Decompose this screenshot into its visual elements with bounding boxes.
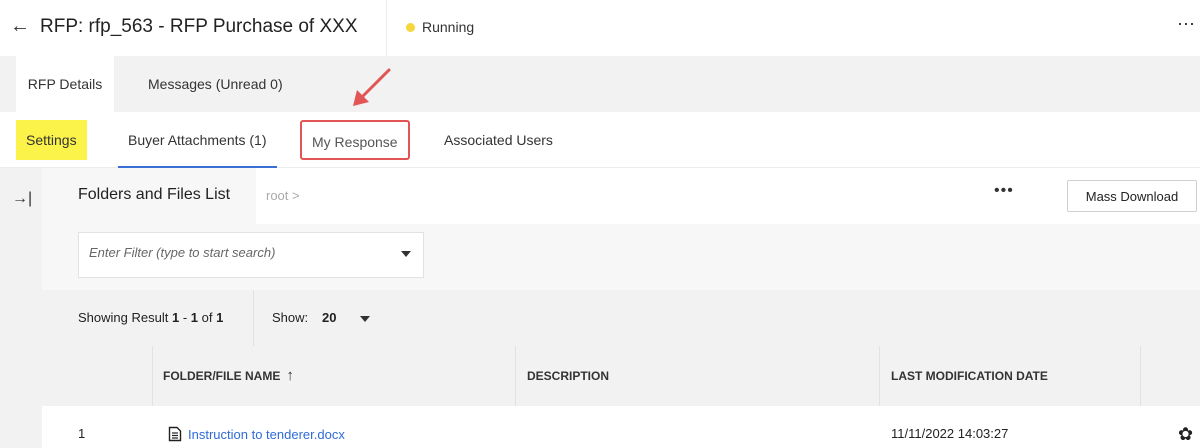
column-header-description[interactable]: DESCRIPTION [527, 346, 609, 406]
tab-messages[interactable]: Messages (Unread 0) [148, 56, 283, 112]
ellipsis-icon[interactable]: ••• [994, 182, 1014, 200]
file-cell: Instruction to tenderer.docx [168, 426, 345, 442]
tab-buyer-attachments[interactable]: Buyer Attachments (1) [118, 112, 277, 168]
page-size-chevron-down-icon[interactable] [360, 316, 370, 322]
tab-associated-users[interactable]: Associated Users [444, 112, 553, 168]
folder-list-title: Folders and Files List [78, 186, 231, 203]
filter-dropdown[interactable] [78, 232, 424, 278]
filter-area [42, 224, 1200, 290]
mass-download-button[interactable]: Mass Download [1067, 180, 1197, 212]
tab-rfp-details[interactable]: RFP Details [16, 56, 114, 112]
secondary-tab-bar: Settings Buyer Attachments (1) My Respon… [0, 112, 1200, 168]
primary-tab-bar: RFP Details Messages (Unread 0) [0, 56, 1200, 112]
column-header-last-modified[interactable]: LAST MODIFICATION DATE [891, 346, 1048, 406]
row-modified-date: 11/11/2022 14:03:27 [891, 426, 1009, 441]
results-prefix: Showing Result [78, 310, 169, 325]
filter-input[interactable] [89, 245, 379, 260]
status-dot-icon [406, 22, 415, 32]
results-range-sep: - [182, 310, 188, 325]
table-header: FOLDER/FILE NAME ↑ DESCRIPTION LAST MODIF… [42, 346, 1200, 448]
tab-settings-label: Settings [26, 132, 77, 148]
results-total: 1 [216, 310, 224, 325]
tab-associated-users-label: Associated Users [444, 132, 553, 148]
document-icon [168, 426, 182, 442]
gear-icon[interactable]: ✿ [1178, 424, 1193, 445]
show-label: Show: [272, 310, 309, 325]
folder-header: Folders and Files List root > ••• Mass D… [42, 168, 1200, 224]
collapse-panel-icon[interactable]: →| [12, 190, 32, 208]
column-header-name[interactable]: FOLDER/FILE NAME ↑ [163, 346, 294, 406]
status-indicator: Running [406, 19, 474, 35]
file-name-link[interactable]: Instruction to tenderer.docx [188, 427, 345, 442]
left-collapse-panel: →| [0, 168, 42, 448]
tab-my-response-label: My Response [312, 134, 398, 150]
tab-rfp-details-label: RFP Details [27, 76, 103, 92]
breadcrumb[interactable]: root > [266, 188, 300, 203]
tab-messages-label: Messages (Unread 0) [148, 76, 283, 92]
table-row: 1 Instruction to tenderer.docx 11/11/202… [42, 406, 1200, 448]
results-of: of [201, 310, 213, 325]
column-header-name-label: FOLDER/FILE NAME [163, 369, 281, 383]
sort-ascending-icon[interactable]: ↑ [286, 367, 294, 384]
tab-my-response[interactable]: My Response [300, 120, 410, 160]
back-arrow-icon[interactable]: ← [10, 15, 30, 38]
results-divider [253, 290, 254, 346]
tab-buyer-attachments-label: Buyer Attachments (1) [128, 132, 267, 148]
results-range-start: 1 [171, 310, 180, 325]
title-divider [386, 0, 387, 56]
tab-settings[interactable]: Settings [16, 120, 87, 160]
results-summary: Showing Result 1 - 1 of 1 [78, 310, 223, 325]
annotation-arrow-icon [353, 68, 391, 106]
page-title: RFP: rfp_563 - RFP Purchase of XXX [40, 16, 358, 37]
more-options-icon[interactable]: ⋯ [1177, 14, 1196, 35]
results-range-end: 1 [190, 310, 199, 325]
top-bar: ← RFP: rfp_563 - RFP Purchase of XXX Run… [0, 0, 1200, 56]
status-text: Running [422, 19, 475, 35]
chevron-down-icon[interactable] [401, 251, 411, 257]
row-index: 1 [78, 426, 86, 441]
results-bar: Showing Result 1 - 1 of 1 Show: 20 [42, 290, 1200, 346]
page-size-value[interactable]: 20 [322, 310, 336, 325]
folder-title-box: Folders and Files List [42, 168, 256, 224]
